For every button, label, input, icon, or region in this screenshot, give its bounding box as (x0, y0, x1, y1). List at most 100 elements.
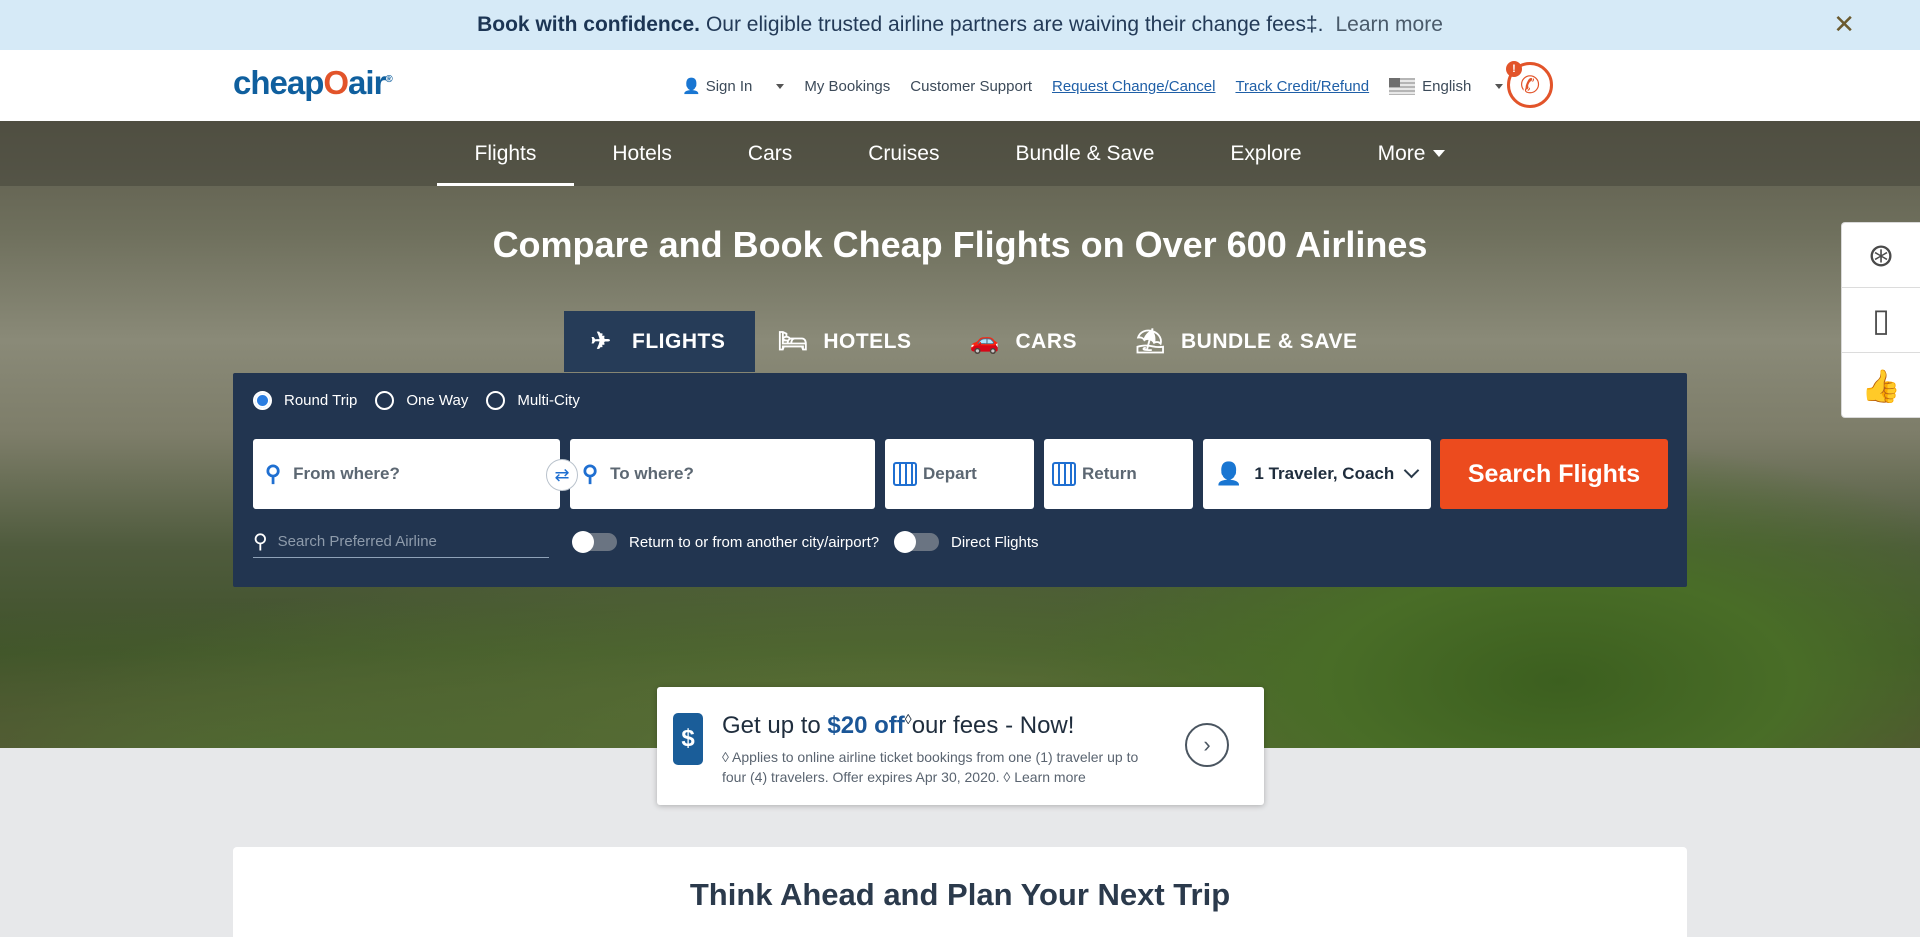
alt-airport-toggle-row: Return to or from another city/airport? (572, 531, 880, 553)
logo-text-o: O (323, 64, 349, 101)
nav-item-bundle-save[interactable]: Bundle & Save (977, 121, 1192, 186)
main-nav: Flights Hotels Cars Cruises Bundle & Sav… (0, 121, 1920, 186)
track-credit-link[interactable]: Track Credit/Refund (1235, 78, 1369, 95)
from-placeholder: From where? (293, 464, 400, 483)
tab-flights[interactable]: ✈ FLIGHTS (564, 311, 756, 372)
direct-flights-toggle-row: Direct Flights (894, 531, 1039, 553)
chevron-down-icon (1495, 83, 1504, 89)
nav-item-cars[interactable]: Cars (710, 121, 830, 186)
product-tabs: ✈ FLIGHTS 🛏 HOTELS 🚗 CARS ⛱ BUNDLE & SAVE (564, 311, 1393, 372)
logo-registered-mark: ® (385, 74, 392, 85)
alt-airport-label: Return to or from another city/airport? (629, 533, 880, 551)
one-way-label: One Way (406, 392, 469, 409)
depart-date-field[interactable]: Depart (885, 439, 1034, 509)
logo-text-cheap: cheap (233, 64, 324, 101)
site-header: cheapOair® 👤 Sign In My Bookings Customer… (0, 50, 1920, 121)
header-links: 👤 Sign In My Bookings Customer Support Re… (682, 77, 1523, 95)
us-flag-icon (1389, 77, 1416, 95)
swap-airports-icon[interactable]: ⇄ (546, 459, 578, 491)
beach-umbrella-icon: ⛱ (1135, 328, 1166, 355)
phone-alert-badge: ! (1506, 61, 1522, 77)
trip-type-round-trip[interactable]: Round Trip (253, 391, 357, 410)
direct-flights-label: Direct Flights (951, 533, 1039, 551)
banner-message: Our eligible trusted airline partners ar… (705, 13, 1324, 36)
search-flights-button[interactable]: Search Flights (1440, 439, 1668, 509)
customer-support-link[interactable]: Customer Support (910, 78, 1032, 95)
tab-hotels-label: HOTELS (823, 329, 912, 353)
promo-prefix: Get up to (722, 712, 828, 739)
logo-text-air: air (348, 64, 386, 101)
promo-suffix: our fees - Now! (911, 712, 1075, 739)
promo-mark: ◊ (904, 711, 912, 727)
car-icon: 🚗 (969, 328, 1000, 355)
language-label: English (1422, 77, 1472, 95)
calendar-icon (1052, 462, 1076, 486)
radio-icon (375, 391, 395, 410)
search-icon: ⚲ (253, 530, 268, 553)
promo-amount: $20 off (827, 712, 905, 739)
mobile-app-icon[interactable]: ▯ (1842, 288, 1920, 353)
trip-type-multi-city[interactable]: Multi-City (486, 391, 580, 410)
price-tag-icon: $ (673, 713, 703, 765)
nav-item-hotels[interactable]: Hotels (574, 121, 710, 186)
promo-fine-print: ◊ Applies to online airline ticket booki… (722, 749, 1139, 785)
bed-icon: 🛏 (777, 328, 809, 355)
user-icon: 👤 (1215, 461, 1243, 486)
radio-icon (486, 391, 506, 410)
tab-cars[interactable]: 🚗 CARS (948, 311, 1114, 372)
preferred-airline-input[interactable]: ⚲ Search Preferred Airline (253, 525, 549, 558)
sign-in-link[interactable]: 👤 Sign In (682, 77, 785, 95)
travelers-selector[interactable]: 👤 1 Traveler, Coach (1203, 439, 1431, 509)
tab-bundle-save-label: BUNDLE & SAVE (1181, 329, 1358, 353)
nav-more-label: More (1377, 141, 1426, 165)
phone-icon[interactable]: ! ✆ (1506, 61, 1553, 108)
chevron-right-icon[interactable]: › (1185, 723, 1229, 767)
banner-bold-text: Book with confidence. (477, 13, 700, 36)
round-trip-label: Round Trip (284, 392, 358, 409)
to-field[interactable]: ⚲ To where? (570, 439, 875, 509)
trip-type-group: Round Trip One Way Multi-City (253, 391, 598, 410)
plan-title: Think Ahead and Plan Your Next Trip (689, 877, 1231, 912)
price-guarantee-icon[interactable]: ⊛ (1842, 223, 1920, 288)
nav-item-more[interactable]: More (1340, 121, 1484, 186)
tab-cars-label: CARS (1015, 329, 1078, 353)
tab-flights-label: FLIGHTS (632, 329, 726, 353)
return-date-field[interactable]: Return (1044, 439, 1193, 509)
airline-placeholder: Search Preferred Airline (277, 532, 437, 550)
side-widget: ⊛ ▯ 👍 (1841, 222, 1920, 418)
airplane-icon: ✈ (590, 328, 612, 355)
location-pin-icon: ⚲ (265, 461, 282, 486)
hero-section: Flights Hotels Cars Cruises Bundle & Sav… (0, 121, 1920, 748)
return-placeholder: Return (1082, 464, 1137, 483)
banner-close-icon[interactable]: ✕ (1833, 11, 1855, 37)
from-field[interactable]: ⚲ From where? (253, 439, 560, 509)
trip-type-one-way[interactable]: One Way (375, 391, 468, 410)
nav-item-explore[interactable]: Explore (1192, 121, 1339, 186)
request-change-link[interactable]: Request Change/Cancel (1052, 78, 1215, 95)
tab-hotels[interactable]: 🛏 HOTELS (755, 311, 947, 372)
chevron-down-icon (776, 83, 785, 89)
alt-airport-toggle[interactable] (572, 531, 617, 553)
flight-search-panel: Round Trip One Way Multi-City ⚲ From whe… (233, 373, 1687, 587)
my-bookings-link[interactable]: My Bookings (804, 78, 890, 95)
thumbs-up-icon[interactable]: 👍 (1842, 353, 1920, 418)
location-pin-icon: ⚲ (582, 461, 599, 486)
user-icon: 👤 (682, 78, 701, 95)
nav-item-flights[interactable]: Flights (436, 121, 575, 186)
calendar-icon (893, 462, 917, 486)
tab-bundle-save[interactable]: ⛱ BUNDLE & SAVE (1113, 311, 1393, 372)
to-placeholder: To where? (610, 464, 694, 483)
notice-banner: Book with confidence. Our eligible trust… (0, 0, 1920, 50)
travelers-value: 1 Traveler, Coach (1254, 464, 1395, 483)
language-selector[interactable]: English (1389, 77, 1504, 95)
depart-placeholder: Depart (923, 464, 977, 483)
hero-title: Compare and Book Cheap Flights on Over 6… (492, 224, 1428, 265)
cheapoair-logo[interactable]: cheapOair® (233, 64, 393, 102)
multi-city-label: Multi-City (517, 392, 580, 409)
sign-in-label: Sign In (705, 77, 753, 95)
nav-item-cruises[interactable]: Cruises (830, 121, 977, 186)
banner-learn-more-link[interactable]: Learn more (1335, 13, 1442, 37)
direct-flights-toggle[interactable] (894, 531, 939, 553)
radio-selected-icon (253, 391, 272, 410)
promo-card[interactable]: $ Get up to $20 off◊our fees - Now! ◊ Ap… (657, 687, 1264, 805)
